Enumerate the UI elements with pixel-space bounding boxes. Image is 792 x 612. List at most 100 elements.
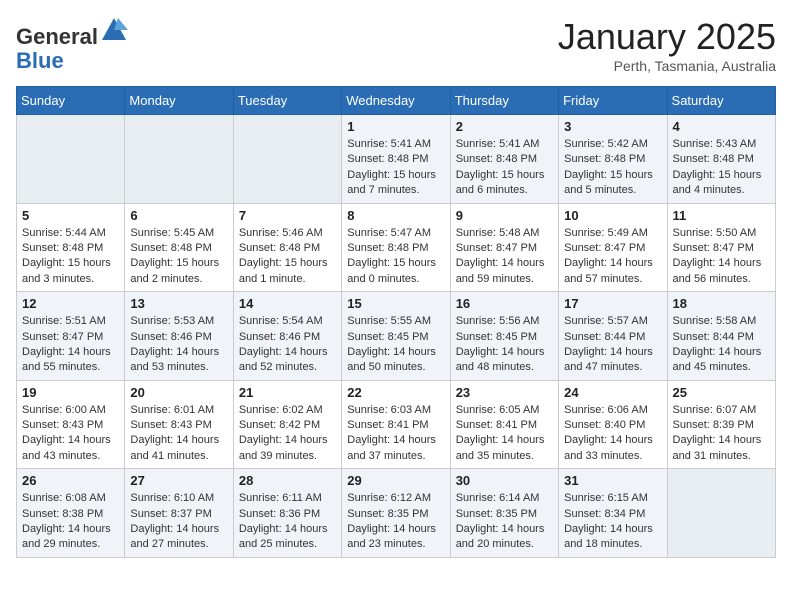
day-header-wednesday: Wednesday [342,87,450,115]
day-number: 11 [673,208,770,223]
day-info: Sunrise: 5:42 AMSunset: 8:48 PMDaylight:… [564,137,661,199]
day-cell [667,469,775,558]
day-cell: 18Sunrise: 5:58 AMSunset: 8:44 PMDayligh… [667,292,775,381]
day-cell: 20 Sunrise: 6:01 AMSunset: 8:43 PMDayligh… [125,380,233,469]
day-number: 31 [564,473,661,488]
day-cell: 15 Sunrise: 5:55 AMSunset: 8:45 PMDayligh… [342,292,450,381]
day-cell: 19 Sunrise: 6:00 AMSunset: 8:43 PMDayligh… [17,380,125,469]
week-row-4: 19 Sunrise: 6:00 AMSunset: 8:43 PMDayligh… [17,380,776,469]
day-number: 18 [673,296,770,311]
day-info: Sunrise: 5:46 AMSunset: 8:48 PMDaylight:… [239,226,336,288]
day-info: Sunrise: 6:14 AMSunset: 8:35 PMDaylight:… [456,491,553,553]
day-number: 30 [456,473,553,488]
day-number: 1 [347,119,444,134]
day-number: 13 [130,296,227,311]
day-info: Sunrise: 5:51 AMSunset: 8:47 PMDaylight:… [22,314,119,376]
day-info: Sunrise: 5:55 AMSunset: 8:45 PMDaylight:… [347,314,444,376]
day-number: 19 [22,385,119,400]
day-number: 8 [347,208,444,223]
day-info: Sunrise: 5:48 AMSunset: 8:47 PMDaylight:… [456,226,553,288]
day-cell: 5 Sunrise: 5:44 AMSunset: 8:48 PMDaylight… [17,203,125,292]
day-cell: 26Sunrise: 6:08 AMSunset: 8:38 PMDayligh… [17,469,125,558]
day-cell: 14 Sunrise: 5:54 AMSunset: 8:46 PMDayligh… [233,292,341,381]
day-number: 25 [673,385,770,400]
logo-general-text: General [16,24,98,49]
day-cell [125,115,233,204]
day-header-thursday: Thursday [450,87,558,115]
day-info: Sunrise: 6:07 AMSunset: 8:39 PMDaylight:… [673,403,770,465]
day-info: Sunrise: 6:06 AMSunset: 8:40 PMDaylight:… [564,403,661,465]
day-cell: 28Sunrise: 6:11 AMSunset: 8:36 PMDayligh… [233,469,341,558]
day-cell: 24Sunrise: 6:06 AMSunset: 8:40 PMDayligh… [559,380,667,469]
calendar-table: SundayMondayTuesdayWednesdayThursdayFrid… [16,86,776,558]
day-cell: 11 Sunrise: 5:50 AMSunset: 8:47 PMDayligh… [667,203,775,292]
logo: General Blue [16,16,128,73]
day-cell: 10Sunrise: 5:49 AMSunset: 8:47 PMDayligh… [559,203,667,292]
day-info: Sunrise: 6:05 AMSunset: 8:41 PMDaylight:… [456,403,553,465]
day-info: Sunrise: 5:41 AMSunset: 8:48 PMDaylight:… [347,137,444,199]
day-number: 23 [456,385,553,400]
day-info: Sunrise: 6:08 AMSunset: 8:38 PMDaylight:… [22,491,119,553]
day-info: Sunrise: 6:12 AMSunset: 8:35 PMDaylight:… [347,491,444,553]
day-cell [233,115,341,204]
day-number: 22 [347,385,444,400]
day-cell: 13Sunrise: 5:53 AMSunset: 8:46 PMDayligh… [125,292,233,381]
title-block: January 2025 Perth, Tasmania, Australia [558,16,776,74]
day-info: Sunrise: 5:41 AMSunset: 8:48 PMDaylight:… [456,137,553,199]
day-number: 2 [456,119,553,134]
day-info: Sunrise: 5:45 AMSunset: 8:48 PMDaylight:… [130,226,227,288]
day-cell: 1 Sunrise: 5:41 AMSunset: 8:48 PMDaylight… [342,115,450,204]
day-info: Sunrise: 5:54 AMSunset: 8:46 PMDaylight:… [239,314,336,376]
day-cell: 29 Sunrise: 6:12 AMSunset: 8:35 PMDayligh… [342,469,450,558]
month-title: January 2025 [558,16,776,58]
day-cell: 2 Sunrise: 5:41 AMSunset: 8:48 PMDaylight… [450,115,558,204]
day-number: 5 [22,208,119,223]
day-cell: 27 Sunrise: 6:10 AMSunset: 8:37 PMDayligh… [125,469,233,558]
logo-blue-text: Blue [16,48,64,73]
day-number: 7 [239,208,336,223]
day-cell: 8 Sunrise: 5:47 AMSunset: 8:48 PMDaylight… [342,203,450,292]
day-info: Sunrise: 5:56 AMSunset: 8:45 PMDaylight:… [456,314,553,376]
day-cell [17,115,125,204]
day-number: 12 [22,296,119,311]
day-info: Sunrise: 5:47 AMSunset: 8:48 PMDaylight:… [347,226,444,288]
logo-icon [100,16,128,44]
day-cell: 7 Sunrise: 5:46 AMSunset: 8:48 PMDaylight… [233,203,341,292]
week-row-1: 1 Sunrise: 5:41 AMSunset: 8:48 PMDaylight… [17,115,776,204]
day-number: 28 [239,473,336,488]
day-info: Sunrise: 6:00 AMSunset: 8:43 PMDaylight:… [22,403,119,465]
location: Perth, Tasmania, Australia [558,58,776,74]
day-cell: 6Sunrise: 5:45 AMSunset: 8:48 PMDaylight… [125,203,233,292]
day-info: Sunrise: 5:50 AMSunset: 8:47 PMDaylight:… [673,226,770,288]
day-number: 4 [673,119,770,134]
day-header-friday: Friday [559,87,667,115]
day-info: Sunrise: 6:10 AMSunset: 8:37 PMDaylight:… [130,491,227,553]
day-cell: 30 Sunrise: 6:14 AMSunset: 8:35 PMDayligh… [450,469,558,558]
day-number: 27 [130,473,227,488]
day-info: Sunrise: 5:49 AMSunset: 8:47 PMDaylight:… [564,226,661,288]
day-cell: 31Sunrise: 6:15 AMSunset: 8:34 PMDayligh… [559,469,667,558]
day-number: 15 [347,296,444,311]
page-header: General Blue January 2025 Perth, Tasmani… [16,16,776,74]
day-number: 14 [239,296,336,311]
day-number: 9 [456,208,553,223]
day-info: Sunrise: 5:44 AMSunset: 8:48 PMDaylight:… [22,226,119,288]
day-cell: 21 Sunrise: 6:02 AMSunset: 8:42 PMDayligh… [233,380,341,469]
day-cell: 22 Sunrise: 6:03 AMSunset: 8:41 PMDayligh… [342,380,450,469]
day-info: Sunrise: 6:03 AMSunset: 8:41 PMDaylight:… [347,403,444,465]
day-cell: 4Sunrise: 5:43 AMSunset: 8:48 PMDaylight… [667,115,775,204]
day-number: 3 [564,119,661,134]
day-number: 21 [239,385,336,400]
day-info: Sunrise: 6:01 AMSunset: 8:43 PMDaylight:… [130,403,227,465]
day-info: Sunrise: 6:02 AMSunset: 8:42 PMDaylight:… [239,403,336,465]
day-number: 29 [347,473,444,488]
day-header-monday: Monday [125,87,233,115]
day-header-tuesday: Tuesday [233,87,341,115]
week-row-5: 26Sunrise: 6:08 AMSunset: 8:38 PMDayligh… [17,469,776,558]
week-row-3: 12 Sunrise: 5:51 AMSunset: 8:47 PMDayligh… [17,292,776,381]
day-number: 16 [456,296,553,311]
day-number: 20 [130,385,227,400]
days-header-row: SundayMondayTuesdayWednesdayThursdayFrid… [17,87,776,115]
day-cell: 16 Sunrise: 5:56 AMSunset: 8:45 PMDayligh… [450,292,558,381]
day-cell: 9 Sunrise: 5:48 AMSunset: 8:47 PMDaylight… [450,203,558,292]
